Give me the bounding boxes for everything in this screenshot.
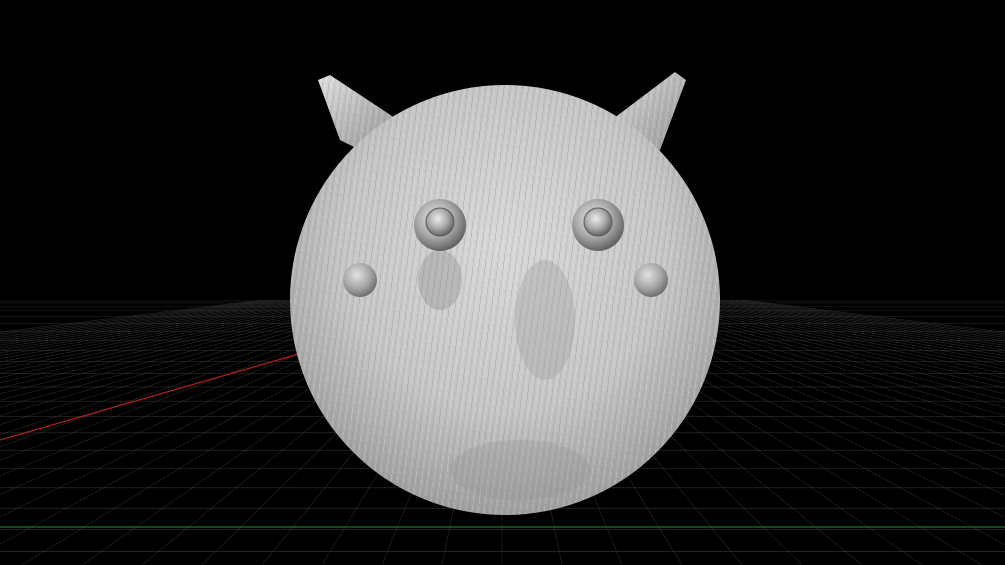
grid-line bbox=[687, 299, 1005, 351]
grid-line bbox=[0, 299, 323, 353]
grid-line bbox=[699, 299, 1005, 346]
left-eye[interactable] bbox=[414, 199, 466, 251]
grid-line bbox=[681, 299, 1005, 354]
left-side-orb[interactable] bbox=[343, 263, 377, 297]
body[interactable] bbox=[290, 85, 720, 515]
viewport-canvas[interactable] bbox=[0, 0, 1005, 565]
3d-viewport[interactable] bbox=[0, 0, 1005, 565]
grid-line bbox=[0, 299, 305, 346]
furry-creature-model[interactable] bbox=[290, 72, 720, 515]
right-side-orb[interactable] bbox=[634, 263, 668, 297]
right-eye[interactable] bbox=[572, 199, 624, 251]
grid-line bbox=[0, 299, 317, 351]
grid-line bbox=[0, 299, 287, 340]
grid-line bbox=[717, 299, 1005, 340]
grid-line bbox=[0, 299, 311, 348]
